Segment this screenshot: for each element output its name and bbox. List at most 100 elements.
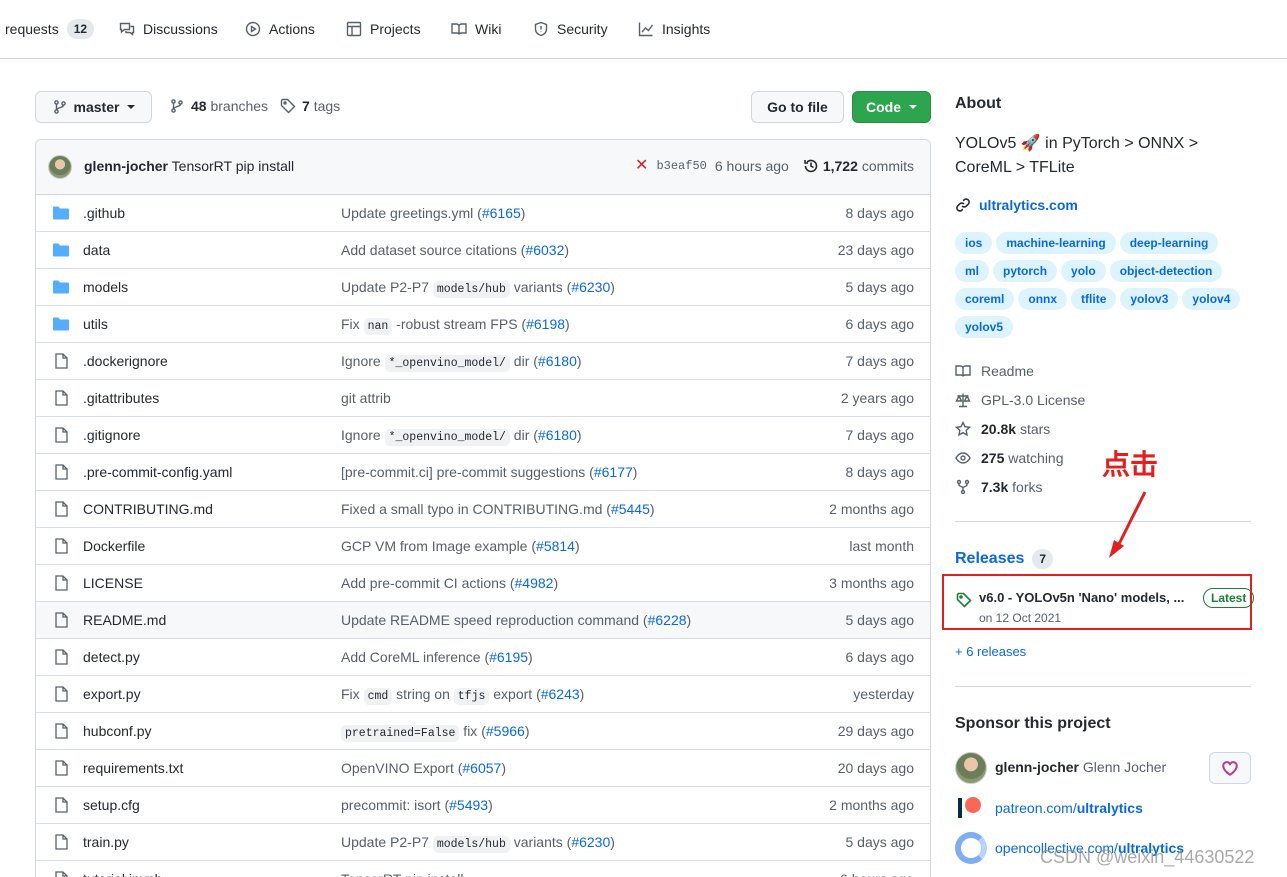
topic-tag[interactable]: onnx — [1018, 288, 1068, 310]
file-name-link[interactable]: requirements.txt — [83, 760, 183, 776]
branches-link[interactable]: 48 branches — [169, 98, 268, 114]
file-name-link[interactable]: CONTRIBUTING.md — [83, 501, 213, 517]
file-commit-message[interactable]: Update P2-P7 models/hub variants (#6230) — [341, 279, 615, 298]
pull-request-link[interactable]: #6230 — [571, 279, 610, 295]
file-commit-message[interactable]: Ignore *_openvino_model/ dir (#6180) — [341, 353, 582, 372]
tab-insights[interactable]: Insights — [638, 0, 710, 58]
file-name-link[interactable]: hubconf.py — [83, 723, 152, 739]
file-name-link[interactable]: utils — [83, 316, 108, 332]
file-commit-message[interactable]: [pre-commit.ci] pre-commit suggestions (… — [341, 464, 637, 480]
commit-sha[interactable]: b3eaf50 — [656, 159, 706, 173]
homepage-link[interactable]: ultralytics.com — [955, 197, 1078, 213]
pull-request-link[interactable]: #6165 — [482, 205, 521, 221]
file-commit-message[interactable]: pretrained=False fix (#5966) — [341, 723, 529, 742]
file-name-link[interactable]: detect.py — [83, 649, 140, 665]
file-commit-message[interactable]: git attrib — [341, 390, 391, 406]
watching-link[interactable]: 275 watching — [955, 450, 1064, 466]
pull-request-link[interactable]: #4982 — [515, 575, 554, 591]
pull-request-link[interactable]: #6228 — [648, 612, 687, 628]
pull-request-link[interactable]: #6032 — [525, 242, 564, 258]
releases-link[interactable]: Releases — [955, 550, 1024, 568]
pull-request-link[interactable]: #6195 — [489, 649, 528, 665]
tab-discussions[interactable]: Discussions — [119, 0, 218, 58]
file-name-link[interactable]: .gitattributes — [83, 390, 159, 406]
file-commit-message[interactable]: Update README speed reproduction command… — [341, 612, 691, 628]
file-commit-message[interactable]: Add pre-commit CI actions (#4982) — [341, 575, 558, 591]
license-link[interactable]: GPL-3.0 License — [955, 392, 1085, 408]
file-commit-message[interactable]: Fixed a small typo in CONTRIBUTING.md (#… — [341, 501, 655, 517]
file-commit-message[interactable]: Update greetings.yml (#6165) — [341, 205, 525, 221]
file-name-link[interactable]: .pre-commit-config.yaml — [83, 464, 232, 480]
tab-security[interactable]: Security — [533, 0, 608, 58]
file-commit-message[interactable]: GCP VM from Image example (#5814) — [341, 538, 580, 554]
tab-wiki[interactable]: Wiki — [451, 0, 501, 58]
file-name-link[interactable]: data — [83, 242, 110, 258]
topic-tag[interactable]: yolov4 — [1182, 288, 1241, 310]
file-commit-message[interactable]: Update P2-P7 models/hub variants (#6230) — [341, 834, 615, 853]
file-name-link[interactable]: README.md — [83, 612, 166, 628]
pull-request-link[interactable]: #6180 — [538, 427, 577, 443]
sponsor-heart-button[interactable] — [1209, 752, 1251, 784]
commits-link[interactable]: 1,722 commits — [803, 158, 914, 174]
file-commit-message[interactable]: Fix cmd string on tfjs export (#6243) — [341, 686, 584, 705]
file-name-link[interactable]: Dockerfile — [83, 538, 145, 554]
file-name-link[interactable]: export.py — [83, 686, 141, 702]
file-name-link[interactable]: setup.cfg — [83, 797, 140, 813]
pull-request-link[interactable]: #6180 — [538, 353, 577, 369]
topic-tag[interactable]: ml — [955, 260, 990, 282]
tab-actions[interactable]: Actions — [245, 0, 315, 58]
topic-tag[interactable]: pytorch — [993, 260, 1058, 282]
topic-tag[interactable]: tflite — [1071, 288, 1117, 310]
tab-projects[interactable]: Projects — [346, 0, 421, 58]
code-button[interactable]: Code — [852, 91, 931, 123]
file-commit-message[interactable]: Fix nan -robust stream FPS (#6198) — [341, 316, 570, 335]
topic-tag[interactable]: deep-learning — [1119, 232, 1219, 254]
commit-author[interactable]: glenn-jocher — [84, 158, 168, 174]
stars-link[interactable]: 20.8k stars — [955, 421, 1050, 437]
topic-tag[interactable]: ios — [955, 232, 993, 254]
topic-tag[interactable]: coreml — [955, 288, 1015, 310]
file-name-link[interactable]: tutorial.ipynb — [83, 871, 162, 877]
tab-pull-requests[interactable]: requests 12 — [5, 0, 95, 58]
file-commit-message[interactable]: TensorRT pip install — [341, 871, 463, 877]
branch-select-button[interactable]: master — [35, 91, 152, 123]
file-commit-message[interactable]: Add CoreML inference (#6195) — [341, 649, 533, 665]
topic-tag[interactable]: yolov3 — [1120, 288, 1179, 310]
readme-link[interactable]: Readme — [955, 363, 1034, 379]
file-name-link[interactable]: .gitignore — [83, 427, 141, 443]
topic-tag[interactable]: yolov5 — [955, 316, 1014, 338]
pull-request-link[interactable]: #6057 — [462, 760, 501, 776]
topic-tag[interactable]: yolo — [1061, 260, 1106, 282]
file-name-link[interactable]: LICENSE — [83, 575, 143, 591]
file-commit-message[interactable]: Ignore *_openvino_model/ dir (#6180) — [341, 427, 582, 446]
file-commit-message[interactable]: OpenVINO Export (#6057) — [341, 760, 506, 776]
latest-release-card[interactable]: v6.0 - YOLOv5n 'Nano' models, ... Latest… — [942, 574, 1255, 630]
tags-link[interactable]: 7 tags — [280, 98, 340, 114]
more-releases-link[interactable]: + 6 releases — [955, 644, 1026, 659]
topic-tag[interactable]: machine-learning — [996, 232, 1116, 254]
file-commit-message[interactable]: Add dataset source citations (#6032) — [341, 242, 569, 258]
pull-request-link[interactable]: #5445 — [611, 501, 650, 517]
sponsor-avatar[interactable] — [955, 752, 987, 784]
file-commit-message[interactable]: precommit: isort (#5493) — [341, 797, 493, 813]
sponsor-user[interactable]: glenn-jocher Glenn Jocher — [995, 759, 1166, 775]
file-name-link[interactable]: train.py — [83, 834, 129, 850]
pull-request-link[interactable]: #6177 — [594, 464, 633, 480]
file-name-link[interactable]: .github — [83, 205, 125, 221]
pull-request-link[interactable]: #5493 — [449, 797, 488, 813]
forks-link[interactable]: 7.3k forks — [955, 479, 1042, 495]
pull-request-link[interactable]: #6198 — [526, 316, 565, 332]
commit-message[interactable]: TensorRT pip install — [172, 158, 294, 174]
pull-request-link[interactable]: #6243 — [541, 686, 580, 702]
go-to-file-button[interactable]: Go to file — [751, 91, 844, 123]
pull-request-link[interactable]: #6230 — [571, 834, 610, 850]
message-text: Update greetings.yml ( — [341, 205, 482, 221]
topic-tag[interactable]: object-detection — [1109, 260, 1223, 282]
pull-request-link[interactable]: #5966 — [486, 723, 525, 739]
file-name-link[interactable]: models — [83, 279, 128, 295]
failed-status-icon[interactable]: ✕ — [635, 158, 648, 174]
patreon-link[interactable]: patreon.com/ultralytics — [995, 800, 1143, 816]
file-name-link[interactable]: .dockerignore — [83, 353, 168, 369]
avatar[interactable] — [48, 155, 72, 179]
pull-request-link[interactable]: #5814 — [536, 538, 575, 554]
